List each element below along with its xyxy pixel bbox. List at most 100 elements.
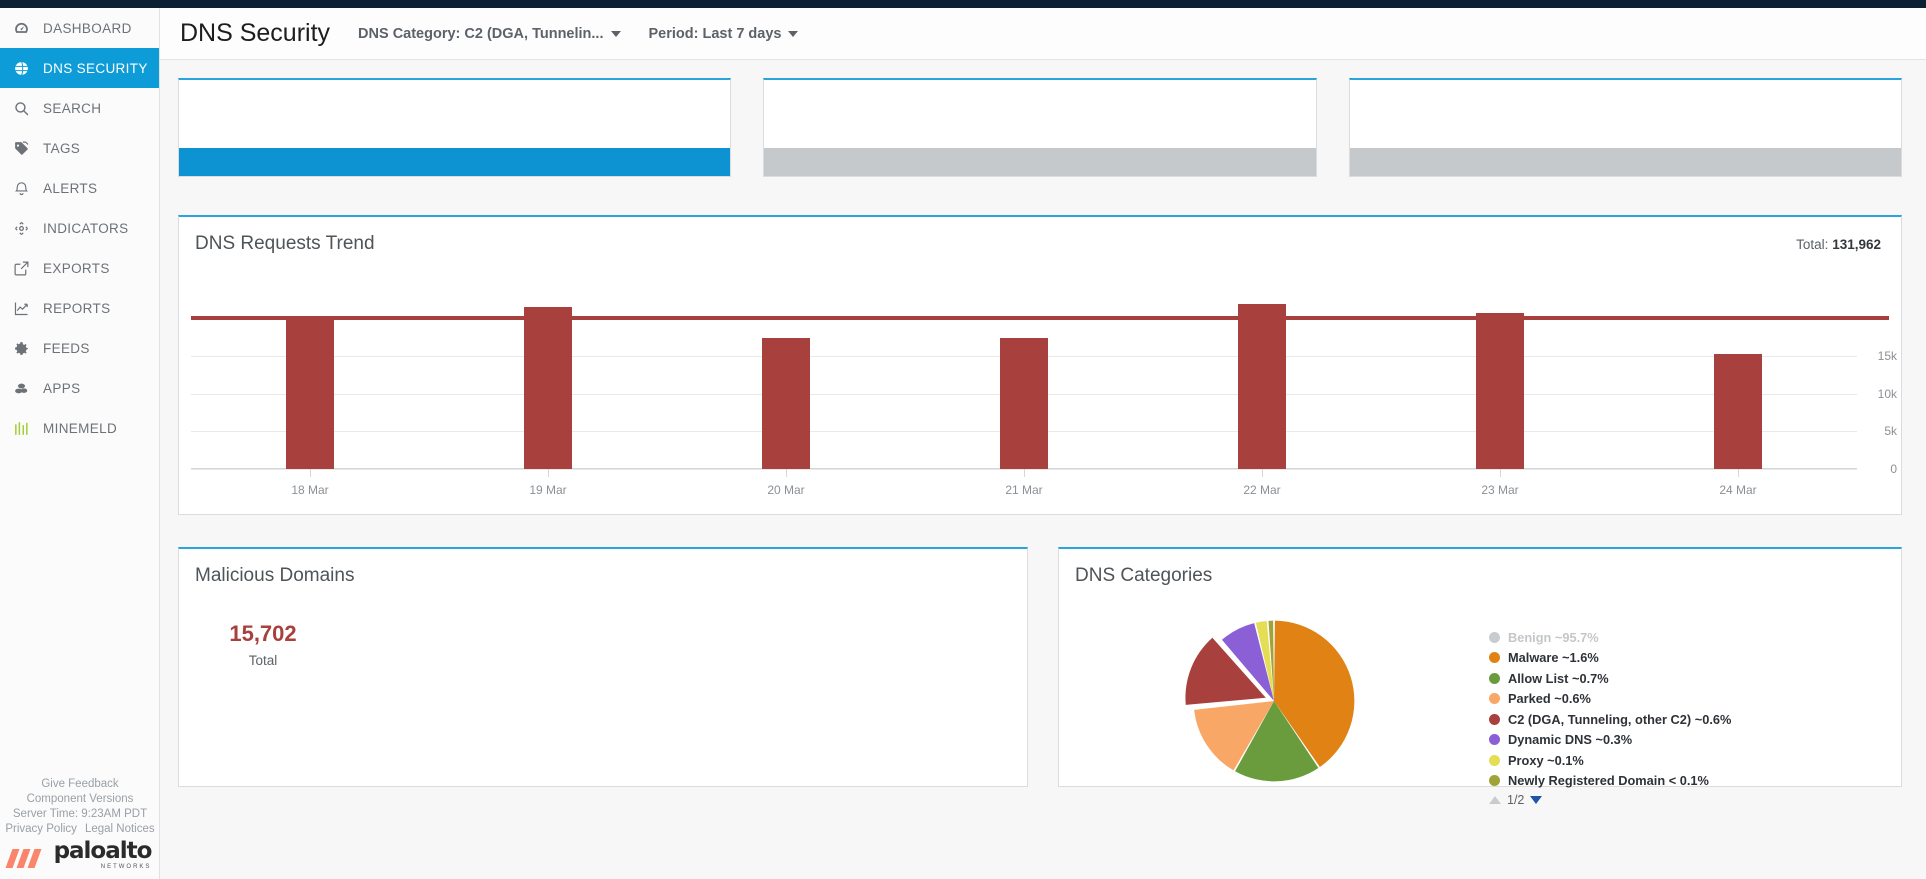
trend-total: Total: 131,962: [1796, 237, 1881, 252]
x-axis-tick-label: 21 Mar: [1005, 483, 1043, 497]
legend-item-label: Parked ~0.6%: [1508, 691, 1591, 707]
external-link-icon: [12, 259, 30, 277]
legend-color-dot: [1489, 693, 1500, 705]
trend-total-value: 131,962: [1832, 237, 1881, 252]
trend-bar[interactable]: [524, 306, 572, 469]
kpi-card-row: [178, 78, 1902, 177]
sidebar-item-dashboard[interactable]: DASHBOARD: [0, 8, 159, 48]
pager-up-icon[interactable]: [1489, 796, 1501, 804]
x-axis-tick-label: 23 Mar: [1481, 483, 1519, 497]
x-axis-tick-label: 24 Mar: [1719, 483, 1757, 497]
y-axis-tick-label: 5k: [1884, 424, 1897, 439]
trend-bar[interactable]: [1000, 338, 1048, 469]
component-versions-link[interactable]: Component Versions: [0, 792, 160, 807]
malicious-total-value: 15,702: [229, 621, 297, 646]
globe-shield-icon: [12, 59, 30, 77]
paloalto-wordmark: paloalto NETWORKS: [54, 840, 153, 875]
x-axis-tick: [786, 469, 787, 477]
dns-categories-title: DNS Categories: [1075, 565, 1213, 586]
dns-category-filter-label: DNS Category: C2 (DGA, Tunnelin...: [358, 25, 604, 42]
sidebar-item-label: EXPORTS: [43, 260, 110, 276]
sidebar-item-search[interactable]: SEARCH: [0, 88, 159, 128]
sidebar-item-indicators[interactable]: INDICATORS: [0, 208, 159, 248]
x-axis-tick: [1024, 469, 1025, 477]
legend-item-label: Allow List ~0.7%: [1508, 670, 1609, 686]
legend-item[interactable]: Allow List ~0.7%: [1489, 668, 1731, 689]
x-axis-tick-label: 22 Mar: [1243, 483, 1281, 497]
trend-bar[interactable]: [1714, 353, 1762, 469]
server-time-text: Server Time: 9:23AM PDT: [12, 808, 148, 820]
legend-item[interactable]: Dynamic DNS ~0.3%: [1489, 730, 1731, 751]
apps-icon: [12, 379, 30, 397]
chevron-down-icon: [788, 30, 799, 37]
kpi-card-total-dns-requests: [1348, 78, 1902, 177]
see-all-button-c2-dns-requests[interactable]: [179, 148, 731, 176]
dns-categories-pie: [1059, 597, 1489, 799]
legend-color-dot: [1489, 775, 1500, 787]
indicator-icon: [12, 219, 30, 237]
sidebar-item-label: DASHBOARD: [43, 20, 132, 36]
x-axis-tick-label: 18 Mar: [291, 483, 329, 497]
x-axis-tick-label: 19 Mar: [529, 483, 567, 497]
sidebar-item-tags[interactable]: TAGS: [0, 128, 159, 168]
malicious-total-block: 15,702 Total: [207, 621, 319, 668]
privacy-policy-link[interactable]: Privacy Policy: [5, 822, 77, 837]
see-all-button-malware-dns-requests[interactable]: [764, 148, 1316, 176]
content: DNS Requests Trend Total: 131,962 0 5k 10k…: [160, 60, 1926, 807]
dns-categories-pie-svg: [1185, 620, 1355, 782]
gear-icon: [12, 339, 30, 357]
kpi-body: [179, 80, 730, 148]
dns-categories-body: Benign ~95.7% Malware ~1.6% Allow List ~0.…: [1059, 587, 1901, 807]
sidebar-item-reports[interactable]: REPORTS: [0, 288, 159, 328]
kpi-card-malware-dns-requests: [763, 78, 1317, 177]
paloalto-logo: paloalto NETWORKS: [0, 840, 160, 875]
trend-bar[interactable]: [1238, 304, 1286, 469]
x-axis-tick: [1262, 469, 1263, 477]
legend-item[interactable]: Malware ~1.6%: [1489, 648, 1731, 669]
legend-item-label: Dynamic DNS ~0.3%: [1508, 732, 1633, 748]
give-feedback-link[interactable]: Give Feedback: [0, 777, 160, 792]
sidebar-item-alerts[interactable]: ALERTS: [0, 168, 159, 208]
trend-total-label: Total:: [1796, 237, 1829, 252]
page-header: DNS Security DNS Category: C2 (DGA, Tunn…: [160, 0, 1926, 60]
trend-bar-chart: 0 5k 10k 15k 18 Mar 19 Mar 20 Mar 21 Mar 22 Mar 2…: [191, 281, 1897, 497]
trend-bar[interactable]: [1476, 312, 1524, 469]
paloalto-mark-icon: [5, 847, 49, 869]
kpi-card-c2-dns-requests: [178, 78, 732, 177]
x-axis-tick-label: 20 Mar: [767, 483, 805, 497]
sidebar-item-feeds[interactable]: FEEDS: [0, 328, 159, 368]
threshold-line: [191, 315, 1889, 320]
legend-item[interactable]: Proxy ~0.1%: [1489, 750, 1731, 771]
legend-item[interactable]: Newly Registered Domain < 0.1%: [1489, 771, 1731, 792]
trend-bar[interactable]: [762, 338, 810, 469]
legend-item-label: Malware ~1.6%: [1508, 650, 1599, 666]
search-icon: [12, 99, 30, 117]
see-all-button-total-dns-requests[interactable]: [1349, 148, 1901, 176]
pager-down-icon[interactable]: [1530, 796, 1543, 804]
legend-item-label: Newly Registered Domain < 0.1%: [1508, 773, 1709, 789]
x-axis-tick: [548, 469, 549, 477]
sidebar-item-minemeld[interactable]: MINEMELD: [0, 408, 159, 448]
x-axis-tick: [310, 469, 311, 477]
bottom-row: Malicious Domains 15,702 Total DNS Categ…: [178, 547, 1902, 807]
y-axis-tick-label: 10k: [1877, 386, 1897, 401]
sidebar-item-exports[interactable]: EXPORTS: [0, 248, 159, 288]
sidebar-item-dns-security[interactable]: DNS SECURITY: [0, 48, 159, 88]
dns-category-filter[interactable]: DNS Category: C2 (DGA, Tunnelin...: [358, 25, 621, 42]
kpi-body: [764, 80, 1315, 148]
legend-color-dot: [1489, 734, 1500, 746]
period-filter[interactable]: Period: Last 7 days: [649, 26, 799, 42]
trend-bar[interactable]: [285, 317, 334, 469]
sidebar-item-apps[interactable]: APPS: [0, 368, 159, 408]
top-strip: [0, 0, 1926, 8]
legend-item[interactable]: C2 (DGA, Tunneling, other C2) ~0.6%: [1489, 709, 1731, 730]
legend-pager[interactable]: 1/2: [1489, 793, 1731, 807]
chart-line-icon: [12, 299, 30, 317]
legal-notices-link[interactable]: Legal Notices: [85, 822, 155, 837]
tag-icon: [12, 139, 30, 157]
pager-label: 1/2: [1507, 793, 1525, 807]
malicious-domains-title: Malicious Domains: [195, 565, 355, 586]
minemeld-icon: [12, 419, 30, 437]
legend-item[interactable]: Benign ~95.7%: [1489, 627, 1731, 648]
legend-item[interactable]: Parked ~0.6%: [1489, 689, 1731, 710]
